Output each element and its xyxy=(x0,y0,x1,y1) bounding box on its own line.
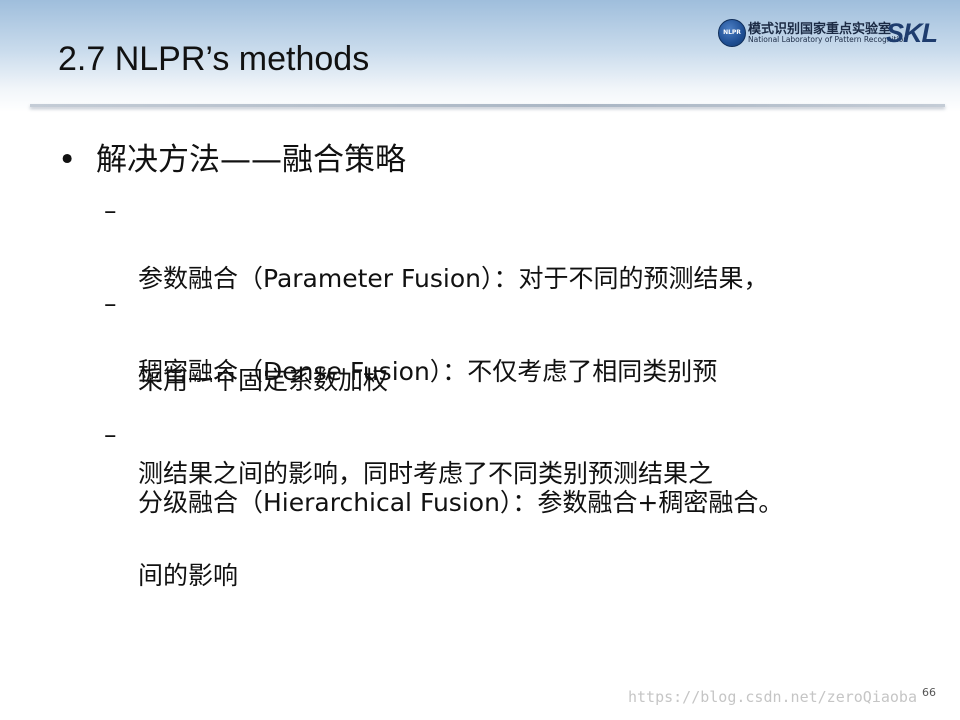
main-bullet: • 解决方法——融合策略 xyxy=(58,134,406,179)
nlpr-emblem-icon: NLPR xyxy=(718,19,746,47)
logo-english-name: National Laboratory of Pattern Recogniti… xyxy=(748,35,909,44)
header-divider xyxy=(30,104,945,107)
sub-bullet-line: 分级融合（Hierarchical Fusion）：参数融合+稠密融合。 xyxy=(138,488,784,517)
dash-bullet-icon: – xyxy=(104,289,117,318)
sub-bullet-line: 稠密融合（Dense Fusion）：不仅考虑了相同类别预 xyxy=(138,357,718,386)
bullet-dot-icon: • xyxy=(58,142,77,178)
slide-title: 2.7 NLPR’s methods xyxy=(58,40,370,78)
main-bullet-text: 解决方法——融合策略 xyxy=(96,142,406,178)
sub-bullet-text: 分级融合（Hierarchical Fusion）：参数融合+稠密融合。 xyxy=(138,418,783,588)
skl-logo-mark: SKL xyxy=(886,18,938,48)
dash-bullet-icon: – xyxy=(104,420,117,449)
page-number: 66 xyxy=(922,686,936,699)
lab-logo: NLPR 模式识别国家重点实验室 National Laboratory of … xyxy=(718,18,950,48)
dash-bullet-icon: – xyxy=(104,196,117,225)
source-watermark: https://blog.csdn.net/zeroQiaoba xyxy=(628,688,917,706)
